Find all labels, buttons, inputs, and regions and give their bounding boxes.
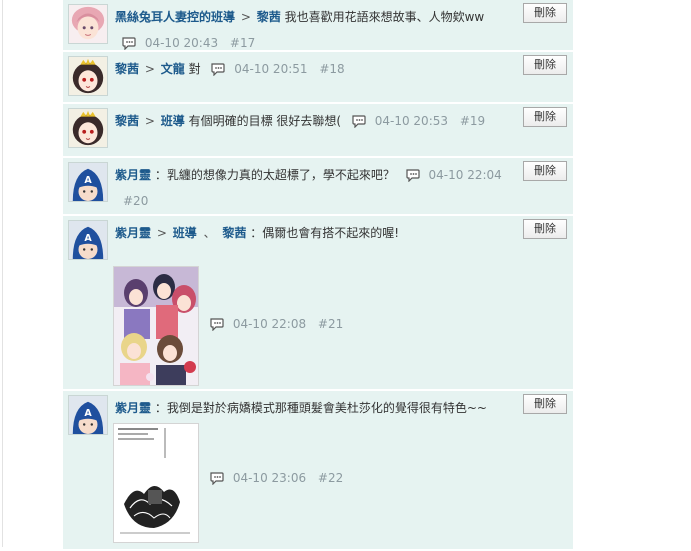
anime-girls-illustration-thumbnail[interactable]: [113, 266, 199, 386]
comment-time: 04-10 20:53: [374, 114, 448, 128]
comment-meta: 04-10 22:08 #21: [203, 317, 343, 332]
comment-time: 04-10 23:06: [232, 471, 307, 485]
comment-meta: 04-10 20:53 #19: [345, 111, 485, 129]
reply-arrow: >: [240, 10, 251, 24]
reply-target-name[interactable]: 黎茜: [257, 10, 281, 24]
comment-item: A 紫月靈 > 班導 、 黎茜 ：偶爾也會有搭不起來的喔! 04-10 22:0…: [63, 216, 573, 391]
page-left-border: [2, 0, 3, 547]
captain-mask-avatar[interactable]: A: [68, 162, 108, 202]
author-name[interactable]: 紫月靈: [115, 226, 151, 240]
floor-number[interactable]: #21: [318, 317, 343, 331]
floor-number[interactable]: #22: [318, 471, 343, 485]
captain-mask-avatar[interactable]: A: [68, 220, 108, 260]
comment-item: A 紫月靈 ：乳纏的想像力真的太超標了，學不起來吧？ 04-10 22:04 #…: [63, 158, 573, 216]
comment-body: 紫月靈 > 班導 、 黎茜 ：偶爾也會有搭不起來的喔!: [115, 220, 515, 246]
reply-target-name[interactable]: 班導: [173, 226, 197, 240]
name-separator: 、: [203, 226, 216, 240]
comment-meta: 04-10 20:43 #17: [115, 33, 255, 51]
reply-arrow: >: [156, 226, 167, 240]
comment-text: 有個明確的目標 很好去聯想(: [188, 114, 342, 128]
reply-target-name[interactable]: 黎茜: [222, 226, 246, 240]
comment-item: 黎茜 > 文龍 對 04-10 20:51 #18 刪除: [63, 52, 573, 104]
comment-meta: 04-10 20:51 #18: [204, 59, 345, 77]
floor-number[interactable]: #17: [230, 36, 255, 50]
speech-bubble-icon[interactable]: [209, 317, 225, 332]
delete-button[interactable]: 刪除: [523, 219, 567, 239]
speech-bubble-icon[interactable]: [209, 471, 225, 486]
captain-mask-avatar[interactable]: A: [68, 395, 108, 435]
comment-body: 黎茜 > 班導 有個明確的目標 很好去聯想( 04-10 20:53 #19: [115, 108, 515, 134]
comment-text: ：我倒是對於病嬌模式那種頭髮會美杜莎化的覺得很有特色~~: [154, 401, 487, 415]
delete-button[interactable]: 刪除: [523, 161, 567, 181]
floor-number[interactable]: #18: [319, 62, 344, 76]
manga-page-thumbnail[interactable]: [113, 423, 199, 543]
comment-time: 04-10 22:04: [428, 168, 502, 182]
comment-item: 黎茜 > 班導 有個明確的目標 很好去聯想( 04-10 20:53 #19 刪…: [63, 104, 573, 158]
author-name[interactable]: 紫月靈: [115, 401, 151, 415]
delete-button[interactable]: 刪除: [523, 55, 567, 75]
author-name[interactable]: 黑絲兔耳人妻控的班導: [115, 10, 235, 24]
comment-text: 我也喜歡用花語來想故事、人物欸ww: [284, 10, 485, 24]
comment-time: 04-10 20:43: [144, 36, 219, 50]
comment-text: 對: [188, 62, 201, 76]
comment-body: 紫月靈 ：我倒是對於病嬌模式那種頭髮會美杜莎化的覺得很有特色~~: [115, 395, 515, 421]
crowned-girl-avatar[interactable]: [68, 56, 108, 96]
floor-number[interactable]: #20: [123, 194, 148, 208]
comment-item: 黑絲兔耳人妻控的班導 > 黎茜 我也喜歡用花語來想故事、人物欸ww 04-10 …: [63, 0, 573, 52]
comment-text: ：偶爾也會有搭不起來的喔!: [250, 226, 400, 240]
pink-hair-girl-avatar[interactable]: [68, 4, 108, 44]
author-name[interactable]: 黎茜: [115, 114, 139, 128]
delete-button[interactable]: 刪除: [523, 107, 567, 127]
delete-button[interactable]: 刪除: [523, 394, 567, 414]
comment-time: 04-10 22:08: [232, 317, 307, 331]
comment-body: 黑絲兔耳人妻控的班導 > 黎茜 我也喜歡用花語來想故事、人物欸ww 04-10 …: [115, 4, 515, 56]
svg-text:A: A: [84, 233, 92, 244]
reply-target-name[interactable]: 班導: [161, 114, 185, 128]
svg-text:A: A: [84, 175, 92, 186]
floor-number[interactable]: #19: [460, 114, 485, 128]
comment-item: A 紫月靈 ：我倒是對於病嬌模式那種頭髮會美杜莎化的覺得很有特色~~ 04-10…: [63, 391, 573, 551]
speech-bubble-icon[interactable]: [210, 59, 226, 77]
crowned-girl-avatar[interactable]: [68, 108, 108, 148]
comment-text: ：乳纏的想像力真的太超標了，學不起來吧？: [154, 168, 395, 182]
speech-bubble-icon[interactable]: [405, 165, 421, 183]
speech-bubble-icon[interactable]: [121, 33, 137, 51]
author-name[interactable]: 黎茜: [115, 62, 139, 76]
comment-time: 04-10 20:51: [234, 62, 308, 76]
reply-target-name[interactable]: 文龍: [161, 62, 185, 76]
speech-bubble-icon[interactable]: [351, 111, 367, 129]
reply-arrow: >: [144, 62, 155, 76]
svg-text:A: A: [84, 408, 92, 419]
comment-body: 黎茜 > 文龍 對 04-10 20:51 #18: [115, 56, 515, 82]
delete-button[interactable]: 刪除: [523, 3, 567, 23]
reply-arrow: >: [144, 114, 155, 128]
author-name[interactable]: 紫月靈: [115, 168, 151, 182]
comment-body: 紫月靈 ：乳纏的想像力真的太超標了，學不起來吧？ 04-10 22:04 #20: [115, 162, 515, 214]
comment-meta: 04-10 23:06 #22: [203, 471, 343, 486]
